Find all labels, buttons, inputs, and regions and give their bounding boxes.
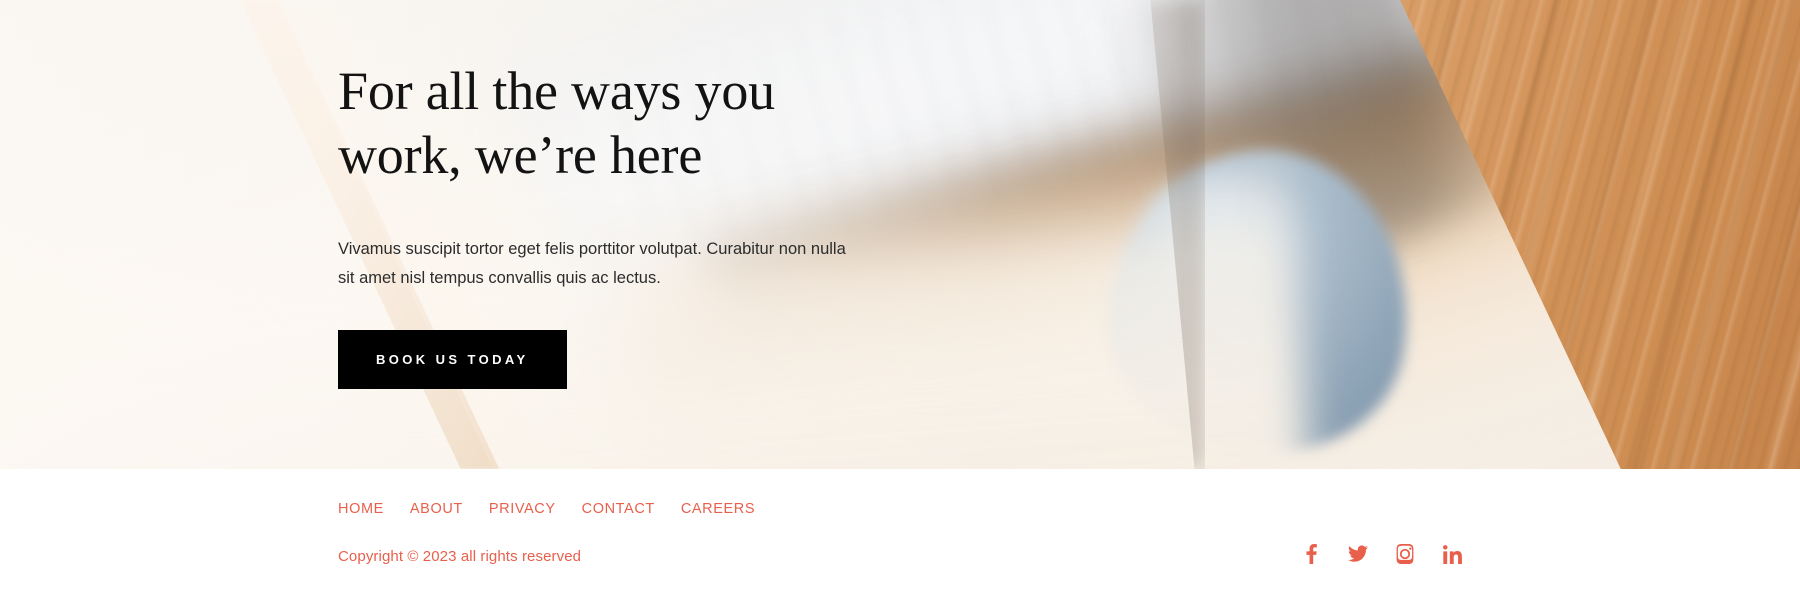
hero-section: For all the ways you work, we’re here Vi… — [0, 0, 1800, 469]
copyright-text: Copyright © 2023 all rights reserved — [338, 548, 582, 565]
footer-link-contact[interactable]: CONTACT — [582, 501, 655, 517]
page-root: For all the ways you work, we’re here Vi… — [0, 0, 1800, 597]
footer-inner: HOME ABOUT PRIVACY CONTACT CAREERS Copyr… — [338, 469, 1462, 597]
social-links — [1301, 544, 1462, 564]
hero-subtitle: Vivamus suscipit tortor eget felis portt… — [338, 240, 846, 287]
footer: HOME ABOUT PRIVACY CONTACT CAREERS Copyr… — [0, 469, 1800, 597]
linkedin-icon[interactable] — [1442, 544, 1462, 564]
instagram-icon[interactable] — [1395, 544, 1415, 564]
footer-link-careers[interactable]: CAREERS — [681, 501, 755, 517]
footer-link-about[interactable]: ABOUT — [410, 501, 463, 517]
footer-link-privacy[interactable]: PRIVACY — [489, 501, 556, 517]
hero-content: For all the ways you work, we’re here Vi… — [338, 60, 898, 390]
hero-background-image — [0, 0, 1800, 469]
page-title: For all the ways you work, we’re here — [338, 61, 775, 185]
twitter-icon[interactable] — [1348, 544, 1368, 564]
footer-link-home[interactable]: HOME — [338, 501, 384, 517]
book-us-today-button[interactable]: BOOK US TODAY — [338, 330, 567, 390]
facebook-icon[interactable] — [1301, 544, 1321, 564]
footer-nav: HOME ABOUT PRIVACY CONTACT CAREERS — [338, 501, 755, 517]
